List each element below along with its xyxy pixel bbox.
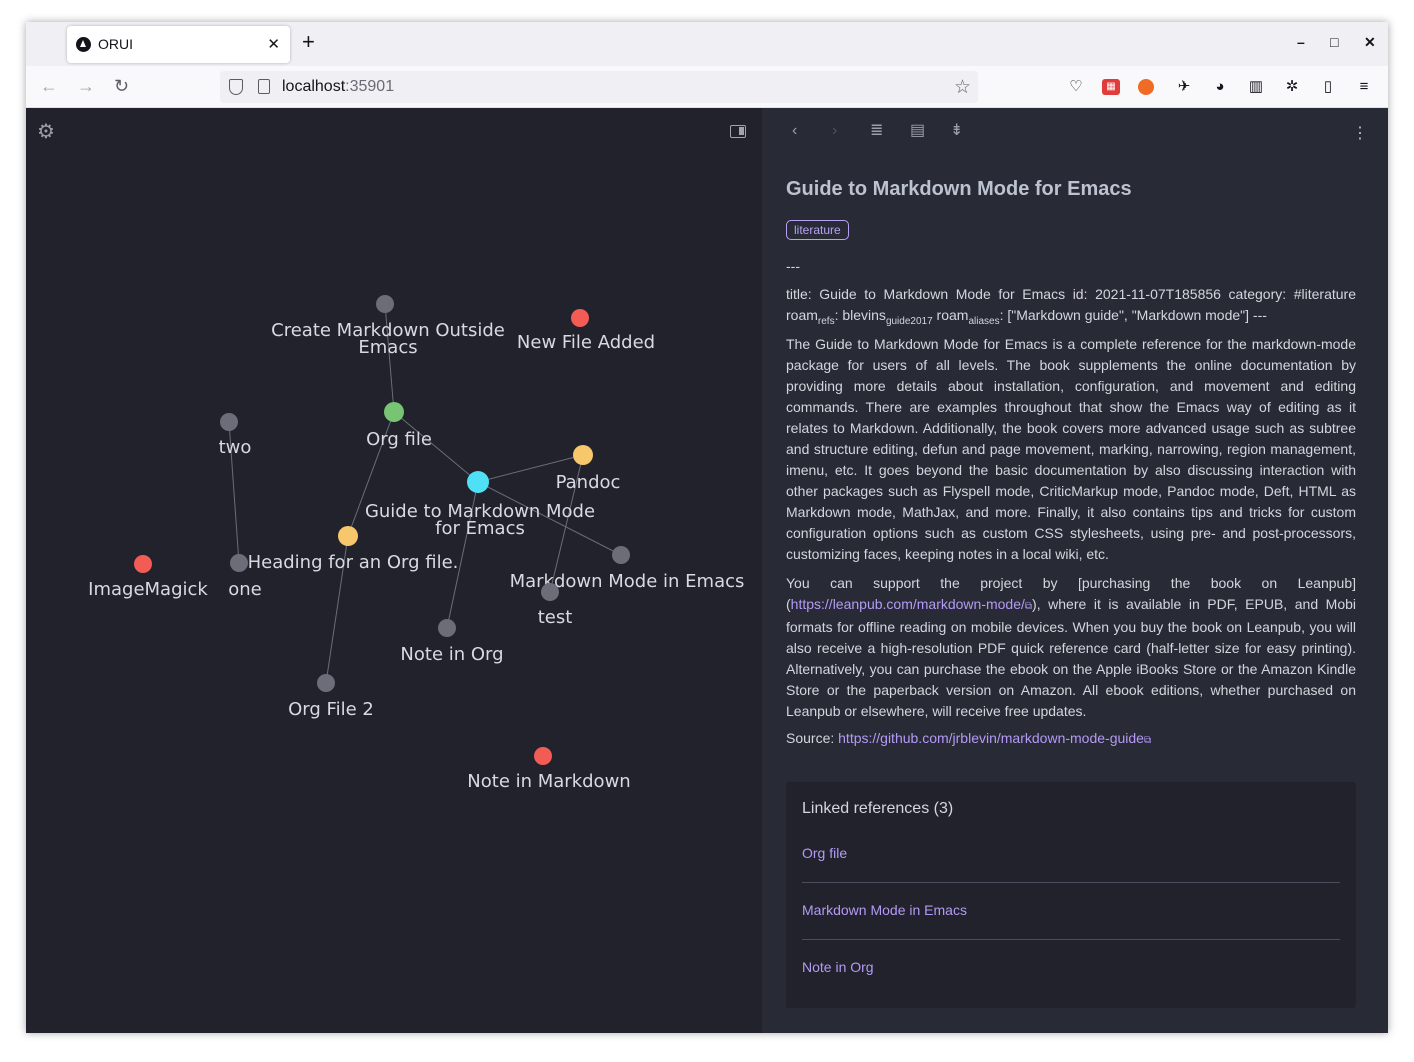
frontmatter-text: title: Guide to Markdown Mode for Emacs … (786, 286, 1356, 327)
graph-node-two[interactable] (220, 413, 238, 431)
leanpub-link[interactable]: https://leanpub.com/markdown-mode/⧉ (791, 596, 1032, 612)
linked-references-panel: Linked references (3) Org file Markdown … (786, 782, 1356, 1008)
linked-references-title: Linked references (3) (802, 800, 954, 817)
divider (802, 882, 1340, 883)
graph-node-label[interactable]: Org File 2 (288, 699, 374, 720)
extension-page-icon[interactable]: ▯ (1318, 77, 1338, 97)
tag-badge[interactable]: literature (786, 220, 849, 240)
source-link[interactable]: https://github.com/jrblevin/markdown-mod… (838, 730, 1151, 746)
note-graph[interactable]: Create Markdown Outside Emacs New File Add… (26, 108, 762, 1033)
forward-arrow-icon[interactable]: → (77, 76, 95, 96)
graph-node-create-md[interactable] (376, 295, 394, 313)
url-bar[interactable]: localhost:35901 ☆ (220, 71, 978, 103)
tab-close-icon[interactable]: ✕ (267, 35, 280, 53)
graph-node-label[interactable]: Note in Markdown (467, 771, 630, 792)
graph-node-note-md[interactable] (534, 747, 552, 765)
graph-node-one[interactable] (230, 554, 248, 572)
extension-face-icon[interactable]: ◕ (1210, 77, 1230, 97)
frontmatter-separator: --- (786, 258, 800, 274)
graph-node-label[interactable]: New File Added (517, 332, 655, 353)
linked-reference-item[interactable]: Note in Org (802, 959, 1340, 975)
maximize-button[interactable]: □ (1330, 34, 1338, 50)
list-icon[interactable]: ≣ (870, 122, 883, 140)
note-pane: ‹ › ≣ ▤ ⇟ ⋮ Guide to Markdown Mode for E… (762, 108, 1388, 1033)
note-title: Guide to Markdown Mode for Emacs (786, 178, 1132, 200)
bookmark-star-icon[interactable]: ☆ (954, 76, 971, 99)
graph-node-label[interactable]: Note in Org (400, 644, 503, 665)
extension-calendar-icon[interactable]: ▦ (1102, 79, 1120, 95)
linked-reference-item[interactable]: Org file (802, 845, 1340, 861)
graph-node-label[interactable]: Guide to Markdown Mode for Emacs (365, 501, 595, 539)
chevron-left-icon[interactable]: ‹ (792, 122, 797, 140)
graph-node-new-file[interactable] (571, 309, 589, 327)
graph-node-label[interactable]: ImageMagick (88, 579, 208, 600)
graph-node-pandoc[interactable] (573, 445, 593, 465)
extension-bird-icon[interactable]: ✈ (1174, 77, 1194, 97)
more-vertical-icon[interactable]: ⋮ (1352, 126, 1368, 142)
graph-node-label[interactable]: two (219, 437, 252, 458)
pocket-icon[interactable]: ♡ (1066, 77, 1086, 97)
url-text[interactable]: localhost:35901 (282, 78, 394, 96)
graph-node-label[interactable]: one (228, 579, 262, 600)
page-info-icon[interactable] (258, 79, 270, 94)
close-window-button[interactable]: ✕ (1364, 34, 1376, 51)
reload-icon[interactable]: ↻ (114, 76, 129, 96)
graph-node-org-file[interactable] (384, 402, 404, 422)
graph-node-imagemagick[interactable] (134, 555, 152, 573)
external-link-icon: ⧉ (1024, 601, 1033, 612)
graph-node-heading[interactable] (338, 526, 358, 546)
graph-pane: ⚙ Create Markdown Outside Emacs New File A… (26, 108, 762, 1033)
source-line: Source: https://github.com/jrblevin/mark… (786, 730, 1152, 746)
duckduckgo-icon[interactable] (1138, 79, 1154, 95)
minimize-button[interactable]: – (1297, 34, 1305, 50)
tab-title: ORUI (98, 36, 133, 52)
page-content: ⚙ Create Markdown Outside Emacs New File A… (26, 108, 1388, 1033)
graph-node-guide[interactable] (467, 471, 489, 493)
navigation-bar: ← → ↻ localhost:35901 ☆ ♡ ▦ ✈ ◕ ▥ ✲ ▯ ≡ (26, 66, 1388, 108)
graph-node-label[interactable]: Pandoc (556, 472, 621, 493)
graph-node-note-org[interactable] (438, 619, 456, 637)
note-paragraph-2: You can support the project by [purchasi… (786, 575, 1356, 719)
graph-node-label[interactable]: Create Markdown Outside Emacs (271, 320, 505, 358)
menu-hamburger-icon[interactable]: ≡ (1354, 77, 1374, 97)
collapse-icon[interactable]: ⇟ (950, 122, 963, 140)
note-paragraph-1: The Guide to Markdown Mode for Emacs is … (786, 336, 1356, 562)
linked-reference-item[interactable]: Markdown Mode in Emacs (802, 902, 1340, 918)
chevron-right-icon[interactable]: › (832, 122, 837, 140)
graph-node-test[interactable] (541, 583, 559, 601)
orui-favicon-icon (76, 37, 91, 52)
graph-node-label[interactable]: Org file (366, 429, 432, 450)
graph-node-label[interactable]: test (538, 607, 573, 628)
browser-tab[interactable]: ORUI ✕ (67, 26, 290, 63)
tab-strip: ORUI ✕ + – □ ✕ (26, 22, 1388, 66)
divider (802, 939, 1340, 940)
graph-node-label[interactable]: Heading for an Org file. (248, 552, 459, 573)
external-link-icon: ⧉ (1143, 735, 1152, 746)
extension-grid-icon[interactable]: ▥ (1246, 77, 1266, 97)
browser-window: ORUI ✕ + – □ ✕ ← → ↻ localhost:35901 ☆ ♡… (26, 22, 1388, 1033)
extension-paw-icon[interactable]: ✲ (1282, 77, 1302, 97)
tracking-shield-icon[interactable] (229, 79, 243, 95)
back-arrow-icon[interactable]: ← (40, 76, 58, 96)
graph-node-md-mode[interactable] (612, 546, 630, 564)
graph-node-org-file-2[interactable] (317, 674, 335, 692)
document-icon[interactable]: ▤ (910, 122, 925, 140)
new-tab-button[interactable]: + (302, 31, 315, 53)
